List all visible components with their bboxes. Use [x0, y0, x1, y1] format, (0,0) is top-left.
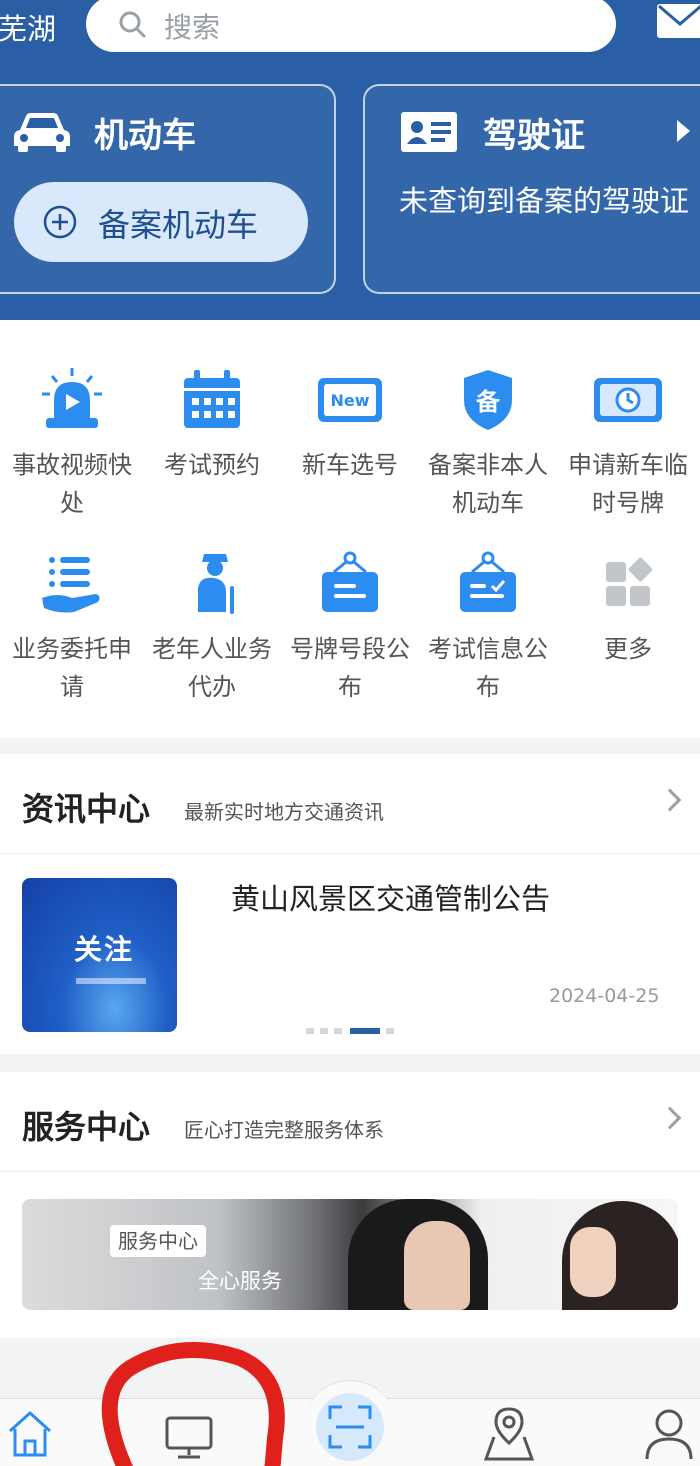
section-subtitle: 匠心打造完整服务体系: [184, 1118, 384, 1142]
news-thumbnail[interactable]: 关注: [22, 878, 177, 1032]
search-bar[interactable]: 搜索: [86, 0, 616, 52]
profile-icon[interactable]: [644, 1407, 694, 1461]
news-thumb-caption-bar: [76, 978, 146, 984]
register-vehicle-button[interactable]: 备案机动车: [14, 182, 308, 262]
service-label: 更多: [604, 635, 652, 663]
exam-board-icon: [460, 551, 516, 612]
mail-icon[interactable]: [655, 2, 700, 40]
carousel-dot: [320, 1028, 328, 1034]
temp-plate-icon: [594, 378, 662, 422]
carousel-dot: [334, 1028, 342, 1034]
banner-text: 全心服务: [198, 1269, 282, 1293]
scan-button-bg: [316, 1393, 384, 1461]
service-label: 业务委托申请: [12, 635, 132, 701]
hand-list-icon: [42, 557, 100, 613]
shield-bei-icon: 备: [464, 370, 512, 430]
vehicle-card[interactable]: 机动车 备案机动车: [0, 84, 336, 294]
carousel-dot-active: [350, 1028, 380, 1034]
map-pin-icon[interactable]: [482, 1405, 536, 1461]
search-placeholder: 搜索: [164, 11, 221, 44]
car-icon: [14, 113, 70, 152]
service-label: 考试信息公布: [428, 635, 548, 701]
news-date: 2024-04-25: [549, 985, 660, 1007]
banner-person-face: [570, 1227, 616, 1297]
service-label: 备案非本人机动车: [428, 451, 548, 517]
section-title: 服务中心: [22, 1108, 151, 1146]
scan-button[interactable]: [304, 1380, 396, 1466]
svg-text:备: 备: [475, 388, 501, 416]
news-thumb-text: 关注: [74, 933, 135, 966]
calendar-icon: [184, 370, 240, 428]
sign-board-icon: [322, 551, 378, 612]
chevron-right-icon: [658, 788, 682, 812]
banner-tag: 服务中心: [110, 1225, 206, 1257]
service-label: 老年人业务代办: [152, 635, 272, 701]
home-icon[interactable]: [6, 1409, 54, 1457]
services-grid: 事故视频快处 考试预约 New 新车选号 备 备案非本人机动车 申请新车临时号牌…: [0, 320, 700, 738]
elderly-icon: [198, 554, 234, 614]
carousel-dot: [306, 1028, 314, 1034]
svg-text:New: New: [330, 391, 369, 410]
more-grid-icon: [606, 557, 653, 606]
info-center-header[interactable]: 资讯中心 最新实时地方交通资讯: [0, 754, 700, 854]
service-center-header[interactable]: 服务中心 匠心打造完整服务体系: [0, 1072, 700, 1172]
license-title: 驾驶证: [483, 116, 585, 156]
id-card-icon: [401, 112, 457, 152]
section-title: 资讯中心: [22, 790, 151, 828]
search-icon: [119, 11, 146, 38]
section-subtitle: 最新实时地方交通资讯: [184, 800, 384, 824]
chevron-right-icon: [677, 120, 690, 142]
banner-person-face: [404, 1221, 470, 1310]
info-center-section: 资讯中心 最新实时地方交通资讯 关注 黄山风景区交通管制公告 2024-04-2…: [0, 754, 700, 1054]
news-title[interactable]: 黄山风景区交通管制公告: [231, 876, 550, 918]
service-label: 新车选号: [302, 451, 398, 479]
vehicle-title: 机动车: [94, 116, 196, 156]
service-center-section: 服务中心 匠心打造完整服务体系 服务中心 全心服务: [0, 1072, 700, 1338]
new-plate-icon: New: [318, 378, 382, 422]
service-label: 考试预约: [164, 451, 260, 479]
license-card[interactable]: 驾驶证 未查询到备案的驾驶证: [363, 84, 700, 294]
chevron-right-icon: [658, 1106, 682, 1130]
service-banner[interactable]: 服务中心 全心服务: [22, 1199, 678, 1310]
service-label: 事故视频快处: [12, 451, 132, 517]
city-selector[interactable]: 芜湖: [0, 6, 56, 48]
register-vehicle-label: 备案机动车: [98, 206, 259, 244]
plus-circle-icon: [43, 205, 77, 239]
header: 芜湖 搜索 机动车 备案机动车 驾驶证 未查询到备案的驾驶证: [0, 0, 700, 320]
license-status-text: 未查询到备案的驾驶证: [399, 184, 690, 218]
service-label: 申请新车临时号牌: [568, 451, 688, 517]
siren-video-icon: [42, 368, 102, 428]
monitor-icon[interactable]: [164, 1415, 214, 1459]
service-label: 号牌号段公布: [290, 635, 410, 701]
scan-icon: [328, 1405, 372, 1449]
carousel-dot: [386, 1028, 394, 1034]
